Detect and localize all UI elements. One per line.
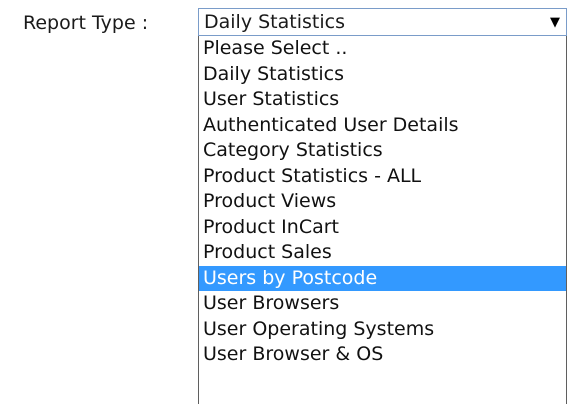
option-product-views[interactable]: Product Views <box>199 189 566 215</box>
option-please-select[interactable]: Please Select .. <box>199 36 566 62</box>
option-user-browser-os[interactable]: User Browser & OS <box>199 342 566 368</box>
option-users-by-postcode[interactable]: Users by Postcode <box>199 265 566 291</box>
report-type-select[interactable]: Daily Statistics ▼ <box>198 8 567 36</box>
option-product-sales[interactable]: Product Sales <box>199 240 566 266</box>
option-product-incart[interactable]: Product InCart <box>199 215 566 241</box>
dropdown-arrow-icon[interactable]: ▼ <box>550 9 560 37</box>
option-user-browsers[interactable]: User Browsers <box>199 291 566 317</box>
option-daily-statistics[interactable]: Daily Statistics <box>199 62 566 88</box>
option-category-statistics[interactable]: Category Statistics <box>199 138 566 164</box>
report-type-label: Report Type : <box>23 12 149 34</box>
option-user-statistics[interactable]: User Statistics <box>199 87 566 113</box>
selected-value: Daily Statistics <box>204 11 345 33</box>
report-type-options-list[interactable]: Please Select .. Daily Statistics User S… <box>198 36 567 404</box>
option-user-operating-systems[interactable]: User Operating Systems <box>199 317 566 343</box>
option-product-statistics-all[interactable]: Product Statistics - ALL <box>199 164 566 190</box>
option-authenticated-user-details[interactable]: Authenticated User Details <box>199 113 566 139</box>
